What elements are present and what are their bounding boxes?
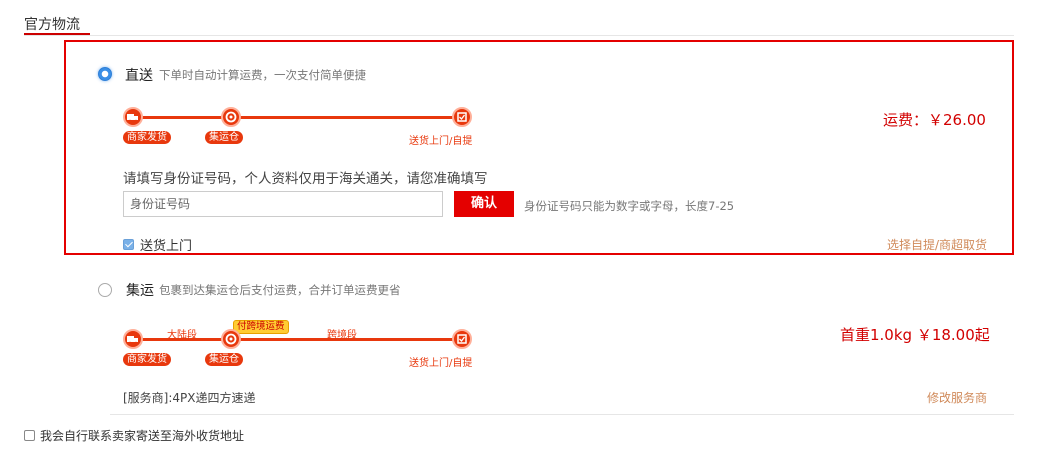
id-number-hint: 身份证号码只能为数字或字母，长度7-25 — [524, 199, 735, 213]
id-number-input[interactable] — [123, 191, 443, 217]
carrier-name: [服务商]:4PX递四方速递 — [123, 391, 256, 405]
direct-timeline-track — [132, 116, 462, 119]
crossborder-fee-bubble: 付跨境运费 — [233, 320, 289, 334]
delivery-box-icon — [452, 329, 472, 349]
truck-icon — [123, 329, 143, 349]
mainland-segment-label: 大陆段 — [167, 330, 197, 341]
consolidated-option-label[interactable]: 集运 — [126, 280, 154, 300]
self-ship-label[interactable]: 我会自行联系卖家寄送至海外收货地址 — [40, 427, 244, 444]
options-divider — [110, 414, 1014, 415]
warehouse-icon — [221, 329, 241, 349]
door-delivery-checkbox[interactable] — [123, 239, 134, 250]
crossborder-segment-label: 跨境段 — [327, 330, 357, 341]
confirm-button[interactable]: 确认 — [454, 191, 514, 217]
timeline-start-label: 商家发货 — [123, 353, 171, 366]
timeline-start-label: 商家发货 — [123, 131, 171, 144]
door-delivery-label[interactable]: 送货上门 — [140, 235, 192, 254]
timeline-warehouse-label: 集运仓 — [205, 131, 243, 144]
truck-icon — [123, 107, 143, 127]
consolidated-shipping-price: 首重1.0kg ￥18.00起 — [840, 326, 990, 344]
timeline-end-label: 送货上门/自提 — [409, 358, 473, 369]
id-number-prompt: 请填写身份证号码，个人资料仅用于海关通关，请您准确填写 — [123, 171, 488, 187]
timeline-warehouse-label: 集运仓 — [205, 353, 243, 366]
select-pickup-link[interactable]: 选择自提/商超取货 — [887, 236, 987, 253]
consolidated-radio[interactable] — [98, 283, 112, 297]
change-carrier-link[interactable]: 修改服务商 — [927, 389, 987, 406]
delivery-box-icon — [452, 107, 472, 127]
self-ship-checkbox[interactable] — [24, 430, 35, 441]
direct-option-description: 下单时自动计算运费，一次支付简单便捷 — [159, 68, 366, 82]
warehouse-icon — [221, 107, 241, 127]
consolidated-option-description: 包裹到达集运仓后支付运费，合并订单运费更省 — [159, 283, 401, 297]
timeline-end-label: 送货上门/自提 — [409, 136, 473, 147]
direct-radio[interactable] — [98, 67, 112, 81]
direct-shipping-price: 运费：￥26.00 — [883, 111, 986, 129]
section-title: 官方物流 — [24, 17, 80, 33]
direct-option-label[interactable]: 直送 — [125, 65, 153, 85]
section-divider — [24, 35, 1014, 36]
